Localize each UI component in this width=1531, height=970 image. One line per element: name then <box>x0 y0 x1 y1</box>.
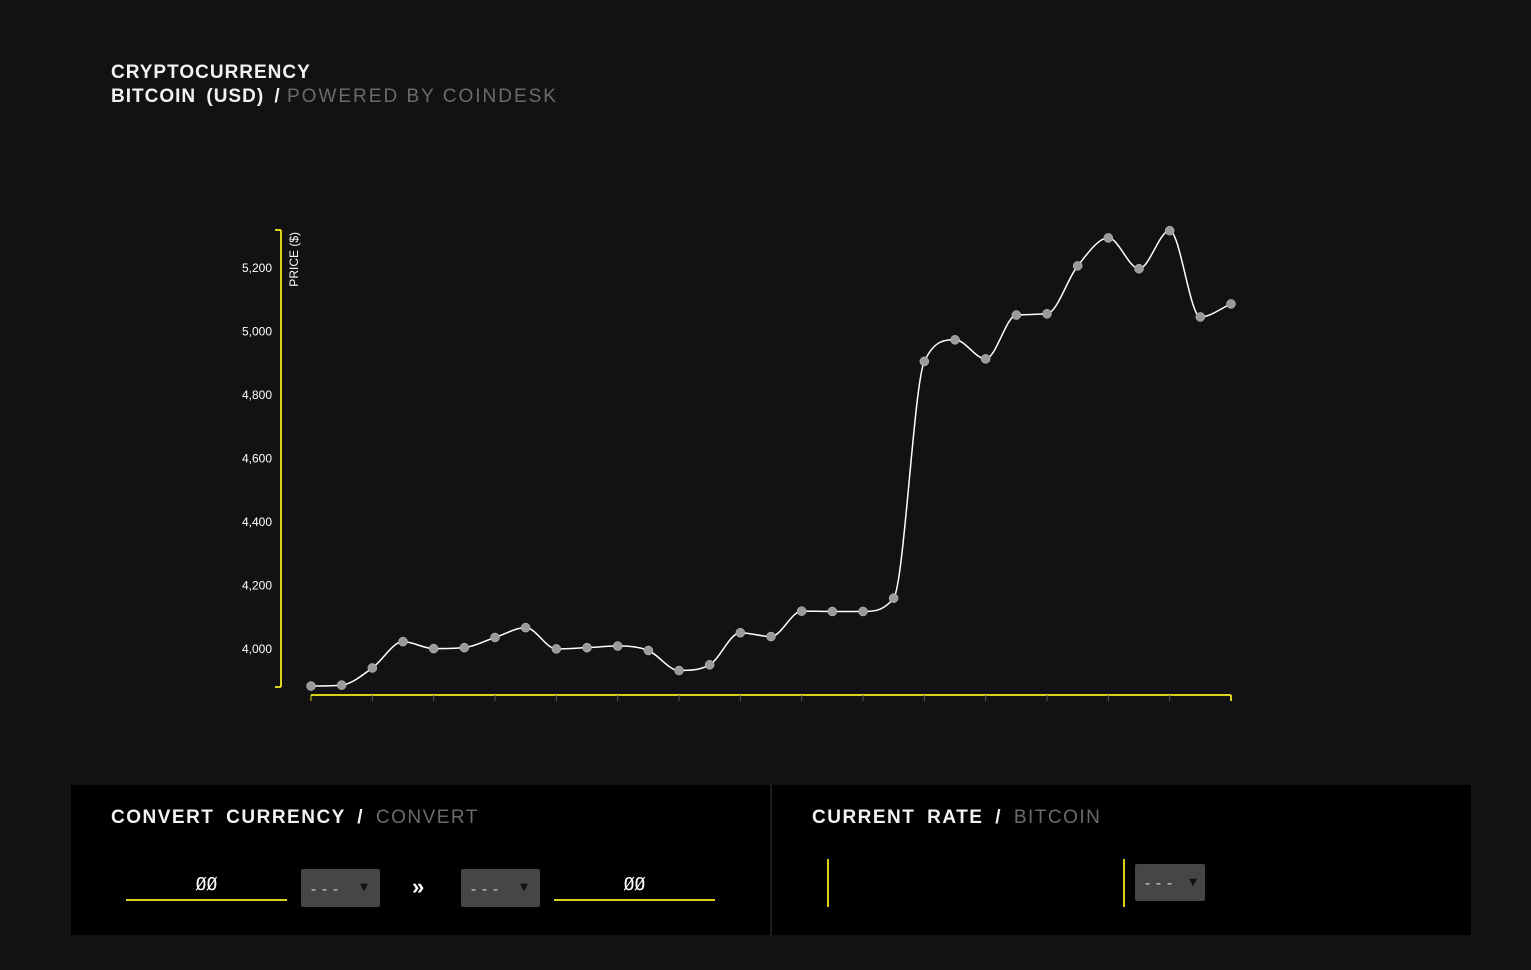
rate-title: CURRENT RATE / BITCOIN <box>812 807 1101 829</box>
data-point <box>674 665 684 676</box>
rate-title-main: CURRENT RATE / <box>812 807 1003 828</box>
chevron-down-icon: ▼ <box>520 880 528 895</box>
y-tick-label: 4,600 <box>242 452 272 466</box>
data-point <box>766 631 776 642</box>
data-point <box>612 641 623 651</box>
data-point <box>336 680 347 690</box>
convert-title: CONVERT CURRENCY / CONVERT <box>111 807 479 829</box>
y-tick-label: 4,800 <box>242 388 272 402</box>
series-group <box>306 225 1236 691</box>
convert-title-sub: CONVERT <box>375 807 479 828</box>
y-tick-label: 4,000 <box>242 642 272 656</box>
data-point <box>1195 312 1206 322</box>
rate-value-field[interactable] <box>827 859 829 907</box>
convert-arrow-icon: » <box>412 874 425 899</box>
data-point <box>459 642 470 653</box>
data-point <box>520 622 531 633</box>
data-point <box>1134 263 1144 274</box>
data-point <box>1042 309 1052 319</box>
data-point <box>735 627 746 638</box>
from-currency-value: --- <box>309 880 343 898</box>
data-point <box>980 354 991 364</box>
y-tick-label: 4,200 <box>242 578 272 592</box>
convert-title-main: CONVERT CURRENCY / <box>111 807 365 828</box>
from-currency-select[interactable]: --- ▼ <box>301 869 380 907</box>
y-axis: 4,000 4,200 4,400 4,600 4,800 5,000 5,200 PRICE… <box>242 229 301 688</box>
y-tick-label: 5,000 <box>242 325 272 339</box>
data-point <box>428 643 439 654</box>
rate-title-sub: BITCOIN <box>1013 807 1102 828</box>
from-amount-input[interactable]: ØØ <box>126 871 287 901</box>
data-point <box>367 663 378 673</box>
data-point <box>490 632 500 643</box>
rate-panel: CURRENT RATE / BITCOIN --- ▼ <box>772 785 1471 935</box>
to-amount-input[interactable]: ØØ <box>554 871 715 901</box>
data-point <box>551 644 562 654</box>
rate-currency-marker <box>1123 859 1125 907</box>
data-point <box>643 645 654 656</box>
data-point <box>704 660 715 670</box>
data-point <box>1011 310 1022 320</box>
chevron-down-icon: ▼ <box>1189 875 1197 890</box>
rate-currency-select[interactable]: --- ▼ <box>1135 864 1205 901</box>
rate-currency-value: --- <box>1143 874 1177 892</box>
data-point <box>950 335 960 345</box>
to-currency-select[interactable]: --- ▼ <box>461 869 540 907</box>
price-chart: 4,000 4,200 4,400 4,600 4,800 5,000 5,200 PRICE… <box>242 225 1236 701</box>
series-line <box>310 229 1232 687</box>
chevron-down-icon: ▼ <box>360 880 368 895</box>
data-point <box>796 606 807 616</box>
data-point <box>888 593 899 603</box>
data-point <box>1103 233 1114 243</box>
y-axis-label: PRICE ($) <box>287 232 301 287</box>
convert-panel: CONVERT CURRENCY / CONVERT ØØ --- ▼ » --… <box>71 785 770 935</box>
data-point <box>1164 225 1175 236</box>
data-point <box>827 606 838 617</box>
data-point <box>582 642 592 653</box>
to-currency-value: --- <box>469 880 503 898</box>
data-point <box>306 681 316 691</box>
data-point <box>398 636 408 647</box>
data-point <box>1226 299 1236 309</box>
data-point <box>919 356 930 367</box>
y-tick-label: 5,200 <box>242 261 272 275</box>
data-point <box>1072 261 1083 271</box>
x-axis <box>310 694 1232 701</box>
y-tick-label: 4,400 <box>242 515 272 529</box>
data-point <box>858 606 868 617</box>
